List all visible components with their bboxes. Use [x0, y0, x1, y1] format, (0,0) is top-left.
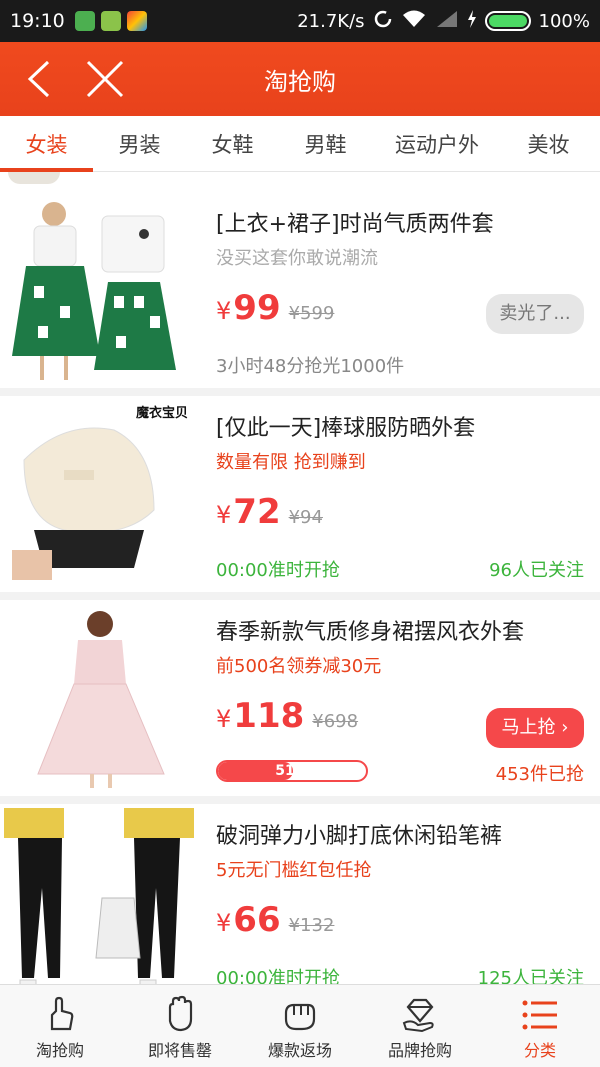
- sale-price: 99: [233, 288, 281, 328]
- product-image: [4, 808, 194, 984]
- tab-women-clothing[interactable]: 女装: [0, 116, 93, 172]
- nav-label: 分类: [523, 1041, 556, 1060]
- sale-price: 66: [233, 900, 281, 940]
- list-icon: [522, 1000, 557, 1030]
- nav-item-taoqianggou[interactable]: 淘抢购: [0, 985, 120, 1067]
- tab-sports-outdoor[interactable]: 运动户外: [372, 116, 502, 171]
- start-time: 00:00准时开抢: [216, 968, 340, 984]
- sale-price: 118: [233, 696, 305, 736]
- product-subtitle: 没买这套你敢说潮流: [216, 248, 378, 269]
- product-title: [上衣+裙子]时尚气质两件套: [216, 212, 494, 237]
- price-row: ¥ 118 ¥698: [216, 696, 358, 736]
- signal-icon: [435, 9, 459, 34]
- currency-symbol: ¥: [216, 705, 232, 733]
- progress-percent: 51%: [275, 763, 309, 779]
- product-subtitle: 数量有限 抢到赚到: [216, 452, 366, 473]
- nav-item-brand-sale[interactable]: 品牌抢购: [360, 985, 480, 1067]
- product-image: [4, 196, 194, 384]
- tab-beauty[interactable]: 美妆: [502, 116, 595, 171]
- product-title: [仅此一天]棒球服防晒外套: [216, 416, 476, 441]
- followers-count: 96人已关注: [489, 560, 584, 581]
- grabbed-count: 453件已抢: [495, 764, 584, 785]
- product-subtitle: 前500名领券减30元: [216, 656, 382, 677]
- bottom-nav: 淘抢购 即将售罄 爆款返场 品牌抢购 分类: [0, 984, 600, 1067]
- product-list[interactable]: [上衣+裙子]时尚气质两件套 没买这套你敢说潮流 ¥ 99 ¥599 卖光了..…: [0, 172, 600, 984]
- sold-out-button[interactable]: 卖光了...: [486, 294, 584, 334]
- price-row: ¥ 66 ¥132: [216, 900, 334, 940]
- network-speed: 21.7K/s: [297, 10, 365, 32]
- nav-item-categories[interactable]: 分类: [480, 985, 600, 1067]
- original-price: ¥599: [288, 303, 335, 324]
- product-title: 春季新款气质修身裙摆风衣外套: [216, 620, 525, 645]
- list-item-partial: [0, 172, 600, 192]
- start-time: 00:00准时开抢: [216, 560, 340, 581]
- original-price: ¥94: [288, 507, 323, 528]
- nav-item-hot-return[interactable]: 爆款返场: [240, 985, 360, 1067]
- price-row: ¥ 72 ¥94: [216, 492, 323, 532]
- tab-women-shoes[interactable]: 女鞋: [186, 116, 279, 171]
- notification-app-icon: [100, 11, 121, 31]
- list-item[interactable]: 春季新款气质修身裙摆风衣外套 前500名领券减30元 ¥ 118 ¥698 马上…: [0, 600, 600, 796]
- notification-app-icon: [74, 11, 95, 31]
- list-item[interactable]: 魔衣宝贝 [仅此一天]棒球服防晒外套 数量有限 抢到赚到 ¥ 72 ¥94 00…: [0, 396, 600, 592]
- status-bar: 19:10 21.7K/s 100%: [0, 0, 600, 42]
- price-row: ¥ 99 ¥599: [216, 288, 334, 328]
- nav-item-selling-out[interactable]: 即将售罄: [120, 985, 240, 1067]
- nav-label: 即将售罄: [147, 1041, 212, 1060]
- battery-percent: 100%: [538, 10, 590, 32]
- wifi-icon: [401, 9, 427, 34]
- followers-count: 125人已关注: [477, 968, 584, 984]
- grab-now-button[interactable]: 马上抢 ›: [486, 708, 584, 748]
- sales-progress-bar: 51%: [216, 760, 368, 782]
- product-image: [4, 604, 194, 792]
- image-watermark: 魔衣宝贝: [136, 406, 189, 421]
- title-bar: 淘抢购: [0, 42, 600, 116]
- diamond-icon: [402, 998, 434, 1033]
- nav-label: 爆款返场: [267, 1041, 332, 1060]
- currency-symbol: ¥: [216, 297, 232, 325]
- category-tabs: 女装 男装 女鞋 男鞋 运动户外 美妆: [0, 116, 600, 172]
- sync-icon: [373, 9, 393, 34]
- fist-icon: [284, 1003, 316, 1031]
- sale-price: 72: [233, 492, 281, 532]
- sold-info: 3小时48分抢光1000件: [216, 356, 405, 377]
- product-image: [8, 172, 60, 184]
- charging-icon: [467, 9, 477, 34]
- currency-symbol: ¥: [216, 501, 232, 529]
- currency-symbol: ¥: [216, 909, 232, 937]
- hand-point-icon: [50, 996, 74, 1031]
- notification-app-icon: [126, 11, 147, 31]
- battery-icon: [484, 11, 531, 31]
- original-price: ¥132: [288, 915, 335, 936]
- product-title: 破洞弹力小脚打底休闲铅笔裤: [216, 824, 503, 849]
- original-price: ¥698: [312, 711, 359, 732]
- nav-label: 品牌抢购: [387, 1041, 452, 1060]
- tab-men-clothing[interactable]: 男装: [93, 116, 186, 171]
- product-subtitle: 5元无门槛红包任抢: [216, 860, 372, 881]
- hand-wave-icon: [168, 995, 193, 1032]
- tab-men-shoes[interactable]: 男鞋: [279, 116, 372, 171]
- page-title: 淘抢购: [264, 68, 336, 96]
- product-image: 魔衣宝贝: [4, 400, 194, 588]
- list-item[interactable]: 破洞弹力小脚打底休闲铅笔裤 5元无门槛红包任抢 ¥ 66 ¥132 00:00准…: [0, 804, 600, 984]
- list-item[interactable]: [上衣+裙子]时尚气质两件套 没买这套你敢说潮流 ¥ 99 ¥599 卖光了..…: [0, 192, 600, 388]
- status-time: 19:10: [10, 10, 65, 32]
- nav-label: 淘抢购: [35, 1041, 84, 1060]
